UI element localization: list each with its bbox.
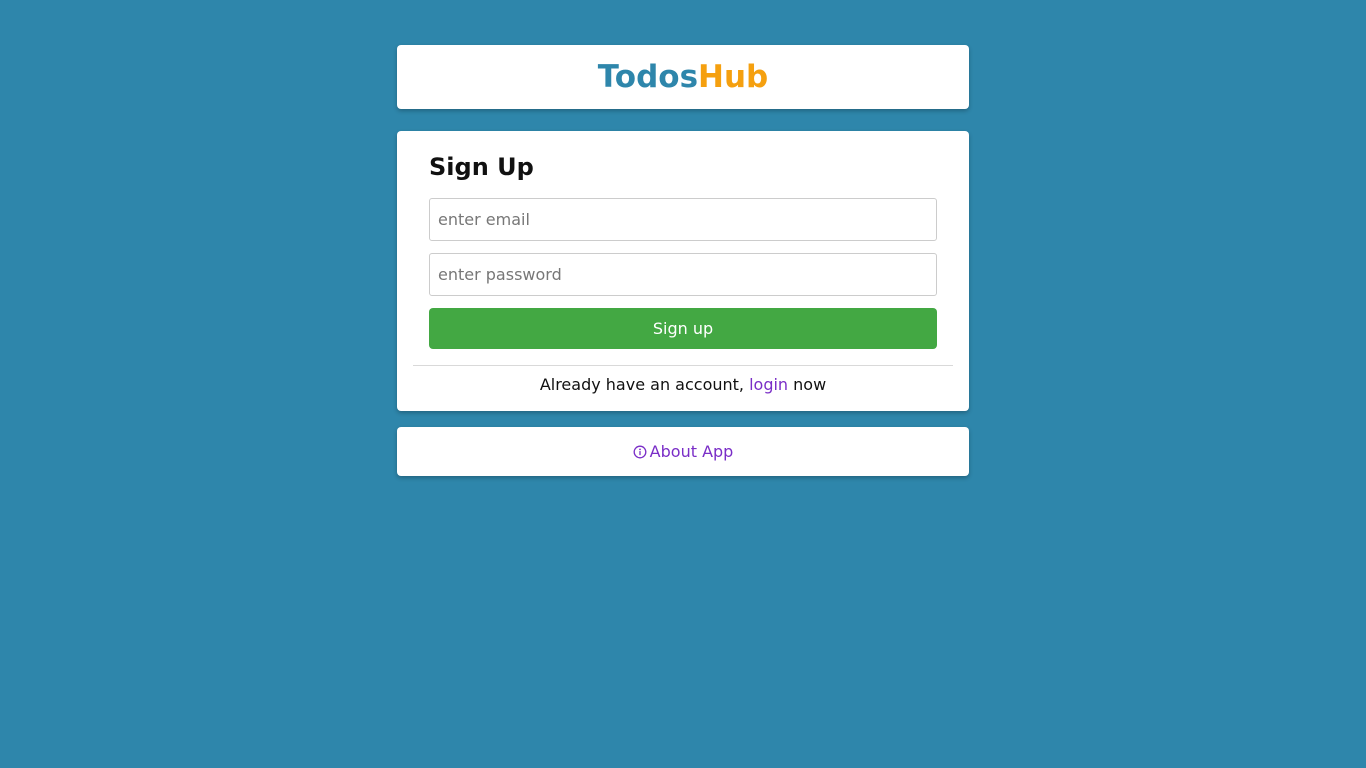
signup-form-card: Sign Up Sign up Already have an account,…	[397, 131, 969, 411]
login-link[interactable]: login	[749, 375, 788, 394]
login-prompt-after: now	[788, 375, 827, 394]
about-app-label: About App	[649, 442, 734, 461]
app-logo: TodosHub	[598, 59, 768, 95]
brand-header: TodosHub	[397, 45, 969, 109]
logo-todos: Todos	[597, 59, 699, 95]
password-field[interactable]	[429, 253, 937, 296]
about-card: About App	[397, 427, 969, 476]
logo-hub: Hub	[698, 59, 769, 95]
divider	[413, 365, 953, 366]
signup-button[interactable]: Sign up	[429, 308, 937, 349]
page-title: Sign Up	[429, 153, 534, 181]
login-prompt: Already have an account, login now	[397, 375, 969, 394]
email-field[interactable]	[429, 198, 937, 241]
info-icon	[633, 445, 647, 459]
login-prompt-before: Already have an account,	[539, 375, 750, 394]
about-app-link[interactable]: About App	[633, 442, 734, 461]
